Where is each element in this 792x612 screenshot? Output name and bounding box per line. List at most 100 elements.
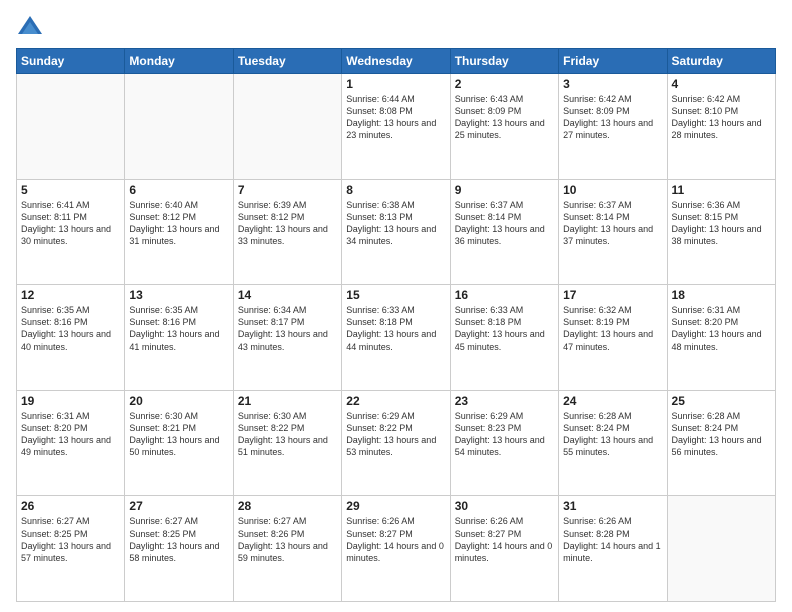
col-header-wednesday: Wednesday [342,49,450,74]
day-info: Sunrise: 6:28 AM Sunset: 8:24 PM Dayligh… [672,410,771,459]
day-info: Sunrise: 6:42 AM Sunset: 8:09 PM Dayligh… [563,93,662,142]
day-info: Sunrise: 6:27 AM Sunset: 8:25 PM Dayligh… [21,515,120,564]
day-cell: 10 Sunrise: 6:37 AM Sunset: 8:14 PM Dayli… [559,179,667,285]
week-row-0: 1 Sunrise: 6:44 AM Sunset: 8:08 PM Daylig… [17,74,776,180]
day-info: Sunrise: 6:33 AM Sunset: 8:18 PM Dayligh… [346,304,445,353]
day-number: 22 [346,394,445,408]
day-number: 10 [563,183,662,197]
day-number: 11 [672,183,771,197]
day-cell: 22 Sunrise: 6:29 AM Sunset: 8:22 PM Dayli… [342,390,450,496]
day-info: Sunrise: 6:41 AM Sunset: 8:11 PM Dayligh… [21,199,120,248]
week-row-1: 5Sunrise: 6:41 AM Sunset: 8:11 PM Daylig… [17,179,776,285]
day-info: Sunrise: 6:33 AM Sunset: 8:18 PM Dayligh… [455,304,554,353]
day-cell: 28Sunrise: 6:27 AM Sunset: 8:26 PM Dayli… [233,496,341,602]
day-info: Sunrise: 6:26 AM Sunset: 8:27 PM Dayligh… [346,515,445,564]
day-info: Sunrise: 6:34 AM Sunset: 8:17 PM Dayligh… [238,304,337,353]
day-number: 19 [21,394,120,408]
day-info: Sunrise: 6:44 AM Sunset: 8:08 PM Dayligh… [346,93,445,142]
day-cell: 1 Sunrise: 6:44 AM Sunset: 8:08 PM Daylig… [342,74,450,180]
day-number: 12 [21,288,120,302]
day-number: 13 [129,288,228,302]
day-cell: 14Sunrise: 6:34 AM Sunset: 8:17 PM Dayli… [233,285,341,391]
col-header-sunday: Sunday [17,49,125,74]
day-cell: 15 Sunrise: 6:33 AM Sunset: 8:18 PM Dayli… [342,285,450,391]
day-cell [233,74,341,180]
day-number: 26 [21,499,120,513]
day-cell: 31 Sunrise: 6:26 AM Sunset: 8:28 PM Dayli… [559,496,667,602]
day-info: Sunrise: 6:39 AM Sunset: 8:12 PM Dayligh… [238,199,337,248]
day-cell: 8 Sunrise: 6:38 AM Sunset: 8:13 PM Daylig… [342,179,450,285]
day-cell: 5Sunrise: 6:41 AM Sunset: 8:11 PM Daylig… [17,179,125,285]
day-cell: 23Sunrise: 6:29 AM Sunset: 8:23 PM Dayli… [450,390,558,496]
day-number: 31 [563,499,662,513]
day-number: 3 [563,77,662,91]
day-info: Sunrise: 6:26 AM Sunset: 8:28 PM Dayligh… [563,515,662,564]
day-cell: 25 Sunrise: 6:28 AM Sunset: 8:24 PM Dayli… [667,390,775,496]
day-cell: 21 Sunrise: 6:30 AM Sunset: 8:22 PM Dayli… [233,390,341,496]
day-cell: 19 Sunrise: 6:31 AM Sunset: 8:20 PM Dayli… [17,390,125,496]
day-cell: 9Sunrise: 6:37 AM Sunset: 8:14 PM Daylig… [450,179,558,285]
day-number: 1 [346,77,445,91]
week-row-3: 19 Sunrise: 6:31 AM Sunset: 8:20 PM Dayli… [17,390,776,496]
col-header-friday: Friday [559,49,667,74]
day-info: Sunrise: 6:27 AM Sunset: 8:25 PM Dayligh… [129,515,228,564]
day-number: 29 [346,499,445,513]
day-cell: 30 Sunrise: 6:26 AM Sunset: 8:27 PM Dayli… [450,496,558,602]
day-cell: 7 Sunrise: 6:39 AM Sunset: 8:12 PM Daylig… [233,179,341,285]
day-number: 7 [238,183,337,197]
day-info: Sunrise: 6:40 AM Sunset: 8:12 PM Dayligh… [129,199,228,248]
day-number: 6 [129,183,228,197]
week-row-2: 12 Sunrise: 6:35 AM Sunset: 8:16 PM Dayli… [17,285,776,391]
day-info: Sunrise: 6:32 AM Sunset: 8:19 PM Dayligh… [563,304,662,353]
day-number: 30 [455,499,554,513]
day-cell: 24 Sunrise: 6:28 AM Sunset: 8:24 PM Dayli… [559,390,667,496]
day-info: Sunrise: 6:30 AM Sunset: 8:22 PM Dayligh… [238,410,337,459]
day-info: Sunrise: 6:36 AM Sunset: 8:15 PM Dayligh… [672,199,771,248]
day-info: Sunrise: 6:29 AM Sunset: 8:22 PM Dayligh… [346,410,445,459]
day-info: Sunrise: 6:28 AM Sunset: 8:24 PM Dayligh… [563,410,662,459]
day-cell: 6 Sunrise: 6:40 AM Sunset: 8:12 PM Daylig… [125,179,233,285]
day-info: Sunrise: 6:26 AM Sunset: 8:27 PM Dayligh… [455,515,554,564]
calendar-header-row: SundayMondayTuesdayWednesdayThursdayFrid… [17,49,776,74]
logo [16,12,48,40]
header [16,12,776,40]
day-number: 17 [563,288,662,302]
day-info: Sunrise: 6:29 AM Sunset: 8:23 PM Dayligh… [455,410,554,459]
col-header-thursday: Thursday [450,49,558,74]
day-number: 21 [238,394,337,408]
col-header-saturday: Saturday [667,49,775,74]
day-info: Sunrise: 6:38 AM Sunset: 8:13 PM Dayligh… [346,199,445,248]
day-cell: 16Sunrise: 6:33 AM Sunset: 8:18 PM Dayli… [450,285,558,391]
day-cell: 12 Sunrise: 6:35 AM Sunset: 8:16 PM Dayli… [17,285,125,391]
day-number: 8 [346,183,445,197]
day-cell: 17 Sunrise: 6:32 AM Sunset: 8:19 PM Dayli… [559,285,667,391]
page: SundayMondayTuesdayWednesdayThursdayFrid… [0,0,792,612]
day-cell: 11 Sunrise: 6:36 AM Sunset: 8:15 PM Dayli… [667,179,775,285]
calendar-table: SundayMondayTuesdayWednesdayThursdayFrid… [16,48,776,602]
day-number: 27 [129,499,228,513]
day-cell [667,496,775,602]
day-info: Sunrise: 6:31 AM Sunset: 8:20 PM Dayligh… [21,410,120,459]
day-cell: 13Sunrise: 6:35 AM Sunset: 8:16 PM Dayli… [125,285,233,391]
day-info: Sunrise: 6:37 AM Sunset: 8:14 PM Dayligh… [455,199,554,248]
day-info: Sunrise: 6:27 AM Sunset: 8:26 PM Dayligh… [238,515,337,564]
day-cell [125,74,233,180]
day-info: Sunrise: 6:37 AM Sunset: 8:14 PM Dayligh… [563,199,662,248]
day-number: 4 [672,77,771,91]
day-info: Sunrise: 6:35 AM Sunset: 8:16 PM Dayligh… [21,304,120,353]
day-number: 2 [455,77,554,91]
day-cell: 2 Sunrise: 6:43 AM Sunset: 8:09 PM Daylig… [450,74,558,180]
day-cell: 20Sunrise: 6:30 AM Sunset: 8:21 PM Dayli… [125,390,233,496]
day-number: 24 [563,394,662,408]
day-info: Sunrise: 6:42 AM Sunset: 8:10 PM Dayligh… [672,93,771,142]
day-cell: 3 Sunrise: 6:42 AM Sunset: 8:09 PM Daylig… [559,74,667,180]
col-header-tuesday: Tuesday [233,49,341,74]
day-info: Sunrise: 6:43 AM Sunset: 8:09 PM Dayligh… [455,93,554,142]
day-number: 15 [346,288,445,302]
day-number: 20 [129,394,228,408]
day-number: 25 [672,394,771,408]
col-header-monday: Monday [125,49,233,74]
logo-icon [16,12,44,40]
day-cell: 18Sunrise: 6:31 AM Sunset: 8:20 PM Dayli… [667,285,775,391]
day-cell [17,74,125,180]
